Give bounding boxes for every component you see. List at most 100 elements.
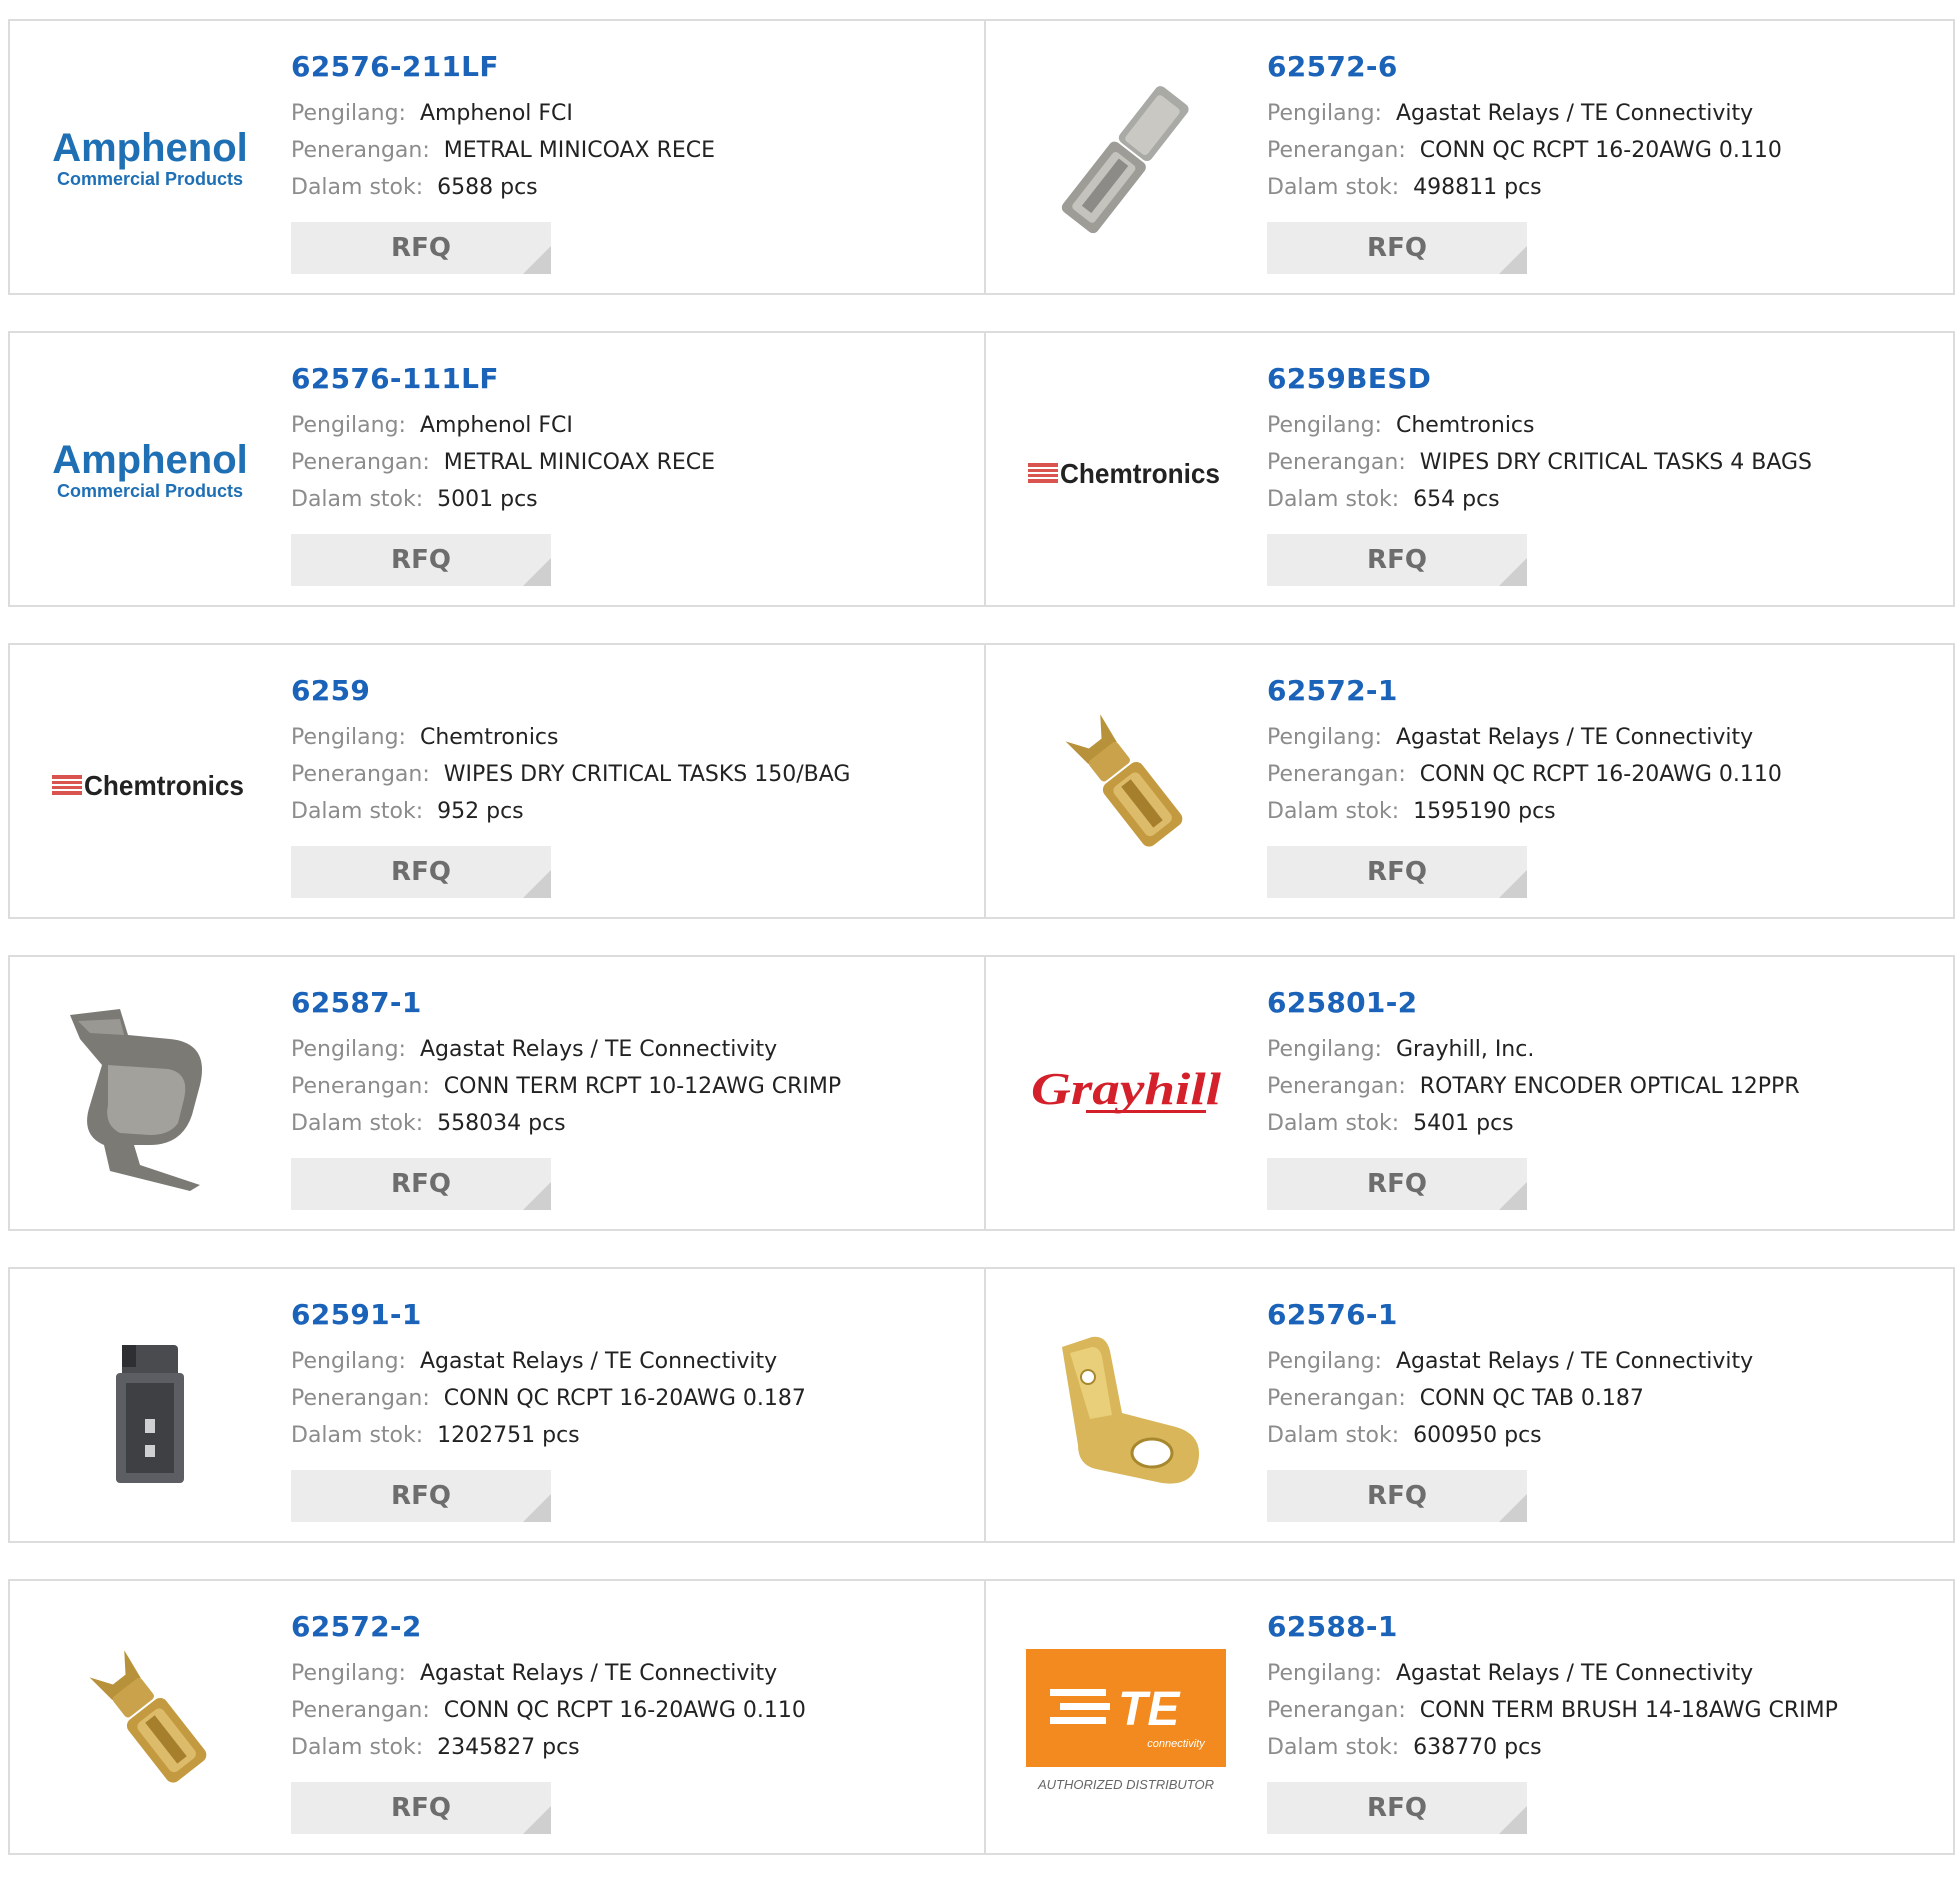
stock-line: Dalam stok: 498811 pcs bbox=[1267, 169, 1933, 206]
description-line: Penerangan: CONN QC RCPT 16-20AWG 0.110 bbox=[291, 1692, 964, 1729]
manufacturer-label: Pengilang: bbox=[291, 101, 406, 126]
manufacturer-value: Agastat Relays / TE Connectivity bbox=[419, 1661, 778, 1686]
manufacturer-line: Pengilang: Agastat Relays / TE Connectivi… bbox=[1267, 1655, 1933, 1692]
description-line: Penerangan: CONN TERM BRUSH 14-18AWG CRIM… bbox=[1267, 1692, 1933, 1729]
rfq-button[interactable]: RFQ bbox=[291, 1470, 551, 1522]
rfq-button[interactable]: RFQ bbox=[1267, 222, 1527, 274]
rfq-button[interactable]: RFQ bbox=[291, 222, 551, 274]
manufacturer-line: Pengilang: Grayhill, Inc. bbox=[1267, 1031, 1933, 1068]
stock-value: 558034 pcs bbox=[437, 1111, 566, 1136]
description-line: Penerangan: CONN QC TAB 0.187 bbox=[1267, 1380, 1933, 1417]
description-value: ROTARY ENCODER OPTICAL 12PPR bbox=[1419, 1074, 1800, 1099]
description-line: Penerangan: CONN QC RCPT 16-20AWG 0.110 bbox=[1267, 132, 1933, 169]
rfq-button[interactable]: RFQ bbox=[1267, 846, 1527, 898]
stock-label: Dalam stok: bbox=[291, 1735, 424, 1760]
stock-value: 638770 pcs bbox=[1413, 1735, 1542, 1760]
product-row: 62587-1 Pengilang: Agastat Relays / TE Co… bbox=[8, 955, 1955, 1231]
amphenol-logo: Amphenol Commercial Products bbox=[50, 59, 250, 259]
product-row: Amphenol Commercial Products 62576-111LF… bbox=[8, 331, 1955, 607]
stock-line: Dalam stok: 558034 pcs bbox=[291, 1105, 964, 1142]
part-number-link[interactable]: 62576-111LF bbox=[291, 361, 964, 397]
description-value: WIPES DRY CRITICAL TASKS 4 BAGS bbox=[1419, 450, 1813, 475]
rfq-button[interactable]: RFQ bbox=[291, 1782, 551, 1834]
manufacturer-label: Pengilang: bbox=[1267, 1037, 1382, 1062]
part-number-link[interactable]: 62576-211LF bbox=[291, 49, 964, 85]
stock-value: 5001 pcs bbox=[437, 487, 538, 512]
part-number-link[interactable]: 62588-1 bbox=[1267, 1609, 1933, 1645]
part-number-link[interactable]: 6259BESD bbox=[1267, 361, 1933, 397]
manufacturer-line: Pengilang: Agastat Relays / TE Connectivi… bbox=[1267, 1343, 1933, 1380]
stock-label: Dalam stok: bbox=[291, 175, 424, 200]
stock-label: Dalam stok: bbox=[1267, 799, 1400, 824]
description-label: Penerangan: bbox=[1267, 1386, 1406, 1411]
description-value: CONN QC RCPT 16-20AWG 0.110 bbox=[1419, 138, 1782, 163]
manufacturer-value: Agastat Relays / TE Connectivity bbox=[419, 1037, 778, 1062]
description-line: Penerangan: CONN QC RCPT 16-20AWG 0.187 bbox=[291, 1380, 964, 1417]
stock-line: Dalam stok: 2345827 pcs bbox=[291, 1729, 964, 1766]
description-label: Penerangan: bbox=[291, 1074, 430, 1099]
svg-text:Commercial Products: Commercial Products bbox=[57, 481, 243, 501]
stock-line: Dalam stok: 638770 pcs bbox=[1267, 1729, 1933, 1766]
rfq-button[interactable]: RFQ bbox=[1267, 534, 1527, 586]
manufacturer-line: Pengilang: Chemtronics bbox=[291, 719, 964, 756]
rfq-button[interactable]: RFQ bbox=[1267, 1158, 1527, 1210]
svg-text:AUTHORIZED DISTRIBUTOR: AUTHORIZED DISTRIBUTOR bbox=[1037, 1777, 1214, 1792]
stock-line: Dalam stok: 1595190 pcs bbox=[1267, 793, 1933, 830]
product-card: 62587-1 Pengilang: Agastat Relays / TE Co… bbox=[8, 955, 986, 1231]
stock-label: Dalam stok: bbox=[291, 799, 424, 824]
part-number-link[interactable]: 62576-1 bbox=[1267, 1297, 1933, 1333]
description-label: Penerangan: bbox=[1267, 762, 1406, 787]
stock-value: 1202751 pcs bbox=[437, 1423, 580, 1448]
part-number-link[interactable]: 62572-1 bbox=[1267, 673, 1933, 709]
manufacturer-label: Pengilang: bbox=[1267, 725, 1382, 750]
description-value: WIPES DRY CRITICAL TASKS 150/BAG bbox=[443, 762, 851, 787]
stock-line: Dalam stok: 600950 pcs bbox=[1267, 1417, 1933, 1454]
description-line: Penerangan: WIPES DRY CRITICAL TASKS 4 BA… bbox=[1267, 444, 1933, 481]
manufacturer-value: Chemtronics bbox=[1395, 413, 1535, 438]
stock-line: Dalam stok: 952 pcs bbox=[291, 793, 964, 830]
description-label: Penerangan: bbox=[291, 762, 430, 787]
rfq-button[interactable]: RFQ bbox=[1267, 1470, 1527, 1522]
manufacturer-label: Pengilang: bbox=[1267, 1349, 1382, 1374]
manufacturer-line: Pengilang: Agastat Relays / TE Connectivi… bbox=[291, 1343, 964, 1380]
manufacturer-value: Amphenol FCI bbox=[419, 101, 573, 126]
part-number-link[interactable]: 62591-1 bbox=[291, 1297, 964, 1333]
svg-text:TE: TE bbox=[1118, 1683, 1181, 1736]
part-number-link[interactable]: 62587-1 bbox=[291, 985, 964, 1021]
product-card: Amphenol Commercial Products 62576-211LF… bbox=[8, 19, 986, 295]
part-number-link[interactable]: 6259 bbox=[291, 673, 964, 709]
part-number-link[interactable]: 625801-2 bbox=[1267, 985, 1933, 1021]
svg-text:Commercial Products: Commercial Products bbox=[57, 169, 243, 189]
product-card: Chemtronics 6259BESD Pengilang: Chemtroni… bbox=[986, 331, 1955, 607]
rfq-button[interactable]: RFQ bbox=[1267, 1782, 1527, 1834]
description-line: Penerangan: CONN QC RCPT 16-20AWG 0.110 bbox=[1267, 756, 1933, 793]
brass-receptacle-image bbox=[50, 1619, 250, 1819]
svg-text:Grayhill: Grayhill bbox=[1031, 1063, 1221, 1114]
product-card: Amphenol Commercial Products 62576-111LF… bbox=[8, 331, 986, 607]
part-number-link[interactable]: 62572-6 bbox=[1267, 49, 1933, 85]
rfq-button[interactable]: RFQ bbox=[291, 1158, 551, 1210]
manufacturer-label: Pengilang: bbox=[1267, 1661, 1382, 1686]
manufacturer-label: Pengilang: bbox=[1267, 413, 1382, 438]
manufacturer-value: Agastat Relays / TE Connectivity bbox=[1395, 725, 1754, 750]
manufacturer-label: Pengilang: bbox=[291, 1349, 406, 1374]
description-label: Penerangan: bbox=[291, 138, 430, 163]
rfq-button[interactable]: RFQ bbox=[291, 846, 551, 898]
rfq-button[interactable]: RFQ bbox=[291, 534, 551, 586]
description-value: CONN QC RCPT 16-20AWG 0.187 bbox=[443, 1386, 806, 1411]
description-line: Penerangan: WIPES DRY CRITICAL TASKS 150/… bbox=[291, 756, 964, 793]
manufacturer-value: Agastat Relays / TE Connectivity bbox=[1395, 1349, 1754, 1374]
description-label: Penerangan: bbox=[291, 1698, 430, 1723]
description-label: Penerangan: bbox=[1267, 1074, 1406, 1099]
brass-receptacle-image bbox=[1026, 683, 1226, 883]
brass-tab-image bbox=[1026, 1307, 1226, 1507]
stock-line: Dalam stok: 1202751 pcs bbox=[291, 1417, 964, 1454]
description-value: METRAL MINICOAX RECE bbox=[443, 138, 716, 163]
description-value: CONN QC RCPT 16-20AWG 0.110 bbox=[1419, 762, 1782, 787]
part-number-link[interactable]: 62572-2 bbox=[291, 1609, 964, 1645]
stock-value: 5401 pcs bbox=[1413, 1111, 1514, 1136]
manufacturer-label: Pengilang: bbox=[291, 1037, 406, 1062]
description-value: CONN QC TAB 0.187 bbox=[1419, 1386, 1644, 1411]
stock-value: 600950 pcs bbox=[1413, 1423, 1542, 1448]
description-line: Penerangan: METRAL MINICOAX RECE bbox=[291, 444, 964, 481]
